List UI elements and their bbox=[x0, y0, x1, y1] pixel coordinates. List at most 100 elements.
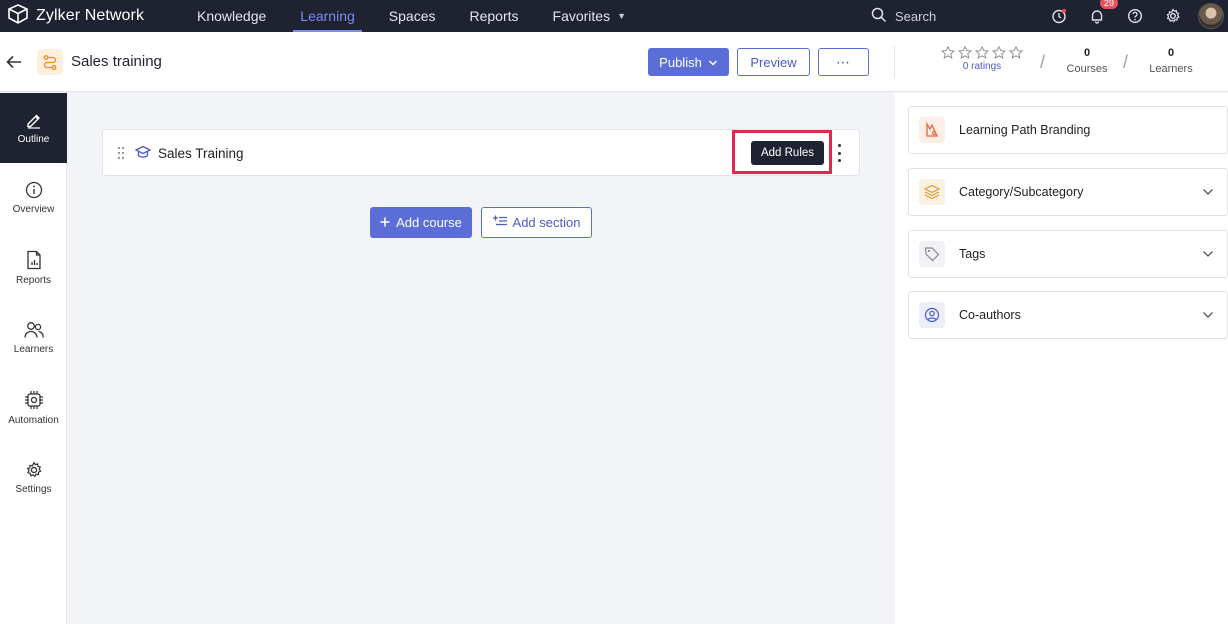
chevron-down-icon bbox=[708, 55, 718, 70]
more-options-icon: ⋯ bbox=[836, 53, 851, 70]
graduation-cap-icon bbox=[134, 145, 152, 165]
sidebar-item-label: Settings bbox=[15, 484, 52, 495]
search-icon bbox=[871, 7, 887, 26]
sidebar-item-label: Outline bbox=[17, 134, 50, 145]
page-title: Sales training bbox=[71, 53, 162, 70]
top-nav: Zylker Network Knowledge Learning Spaces… bbox=[0, 0, 1228, 32]
user-circle-icon bbox=[919, 302, 945, 328]
star-icon bbox=[958, 46, 972, 59]
rcard-label: Category/Subcategory bbox=[959, 185, 1084, 199]
tag-icon bbox=[919, 241, 945, 267]
add-course-label: Add course bbox=[396, 215, 462, 230]
right-panel: Learning Path Branding Category/Subcateg… bbox=[895, 93, 1228, 624]
courses-count: 0 bbox=[1083, 47, 1091, 59]
brand-name: Zylker Network bbox=[36, 7, 145, 24]
header-divider bbox=[894, 46, 895, 78]
add-rules-button[interactable]: Add Rules bbox=[751, 141, 824, 165]
nav-favorites-label: Favorites bbox=[552, 8, 611, 24]
learning-path-branding-card[interactable]: Learning Path Branding bbox=[908, 106, 1228, 154]
rcard-label: Co-authors bbox=[959, 308, 1021, 322]
nav-icons: 29 bbox=[1040, 0, 1228, 32]
learning-path-icon bbox=[37, 49, 63, 75]
ratings: 0 ratings bbox=[936, 46, 1028, 72]
learners-label: Learners bbox=[1149, 63, 1193, 75]
users-icon bbox=[23, 322, 44, 338]
nav-favorites[interactable]: Favorites ▼ bbox=[546, 0, 634, 32]
help-icon[interactable] bbox=[1116, 0, 1154, 32]
brand-logo-icon bbox=[7, 3, 29, 29]
more-options-button[interactable]: ⋯ bbox=[818, 48, 869, 76]
caret-down-icon: ▼ bbox=[617, 11, 627, 21]
preview-label: Preview bbox=[750, 54, 797, 70]
gear-icon[interactable] bbox=[1154, 0, 1192, 32]
sidebar-item-learners[interactable]: Learners bbox=[0, 303, 67, 373]
sidebar-item-label: Learners bbox=[13, 344, 54, 355]
nav-learning[interactable]: Learning bbox=[293, 0, 362, 32]
add-section-button[interactable]: Add section bbox=[481, 207, 592, 238]
bell-icon[interactable]: 29 bbox=[1078, 0, 1119, 32]
add-rules-label: Add Rules bbox=[760, 147, 815, 159]
sidebar-item-automation[interactable]: Automation bbox=[0, 373, 67, 443]
nav-spaces-label: Spaces bbox=[388, 8, 436, 24]
timer-icon[interactable] bbox=[1040, 0, 1078, 32]
nav-spaces[interactable]: Spaces bbox=[382, 0, 443, 32]
publish-button[interactable]: Publish bbox=[648, 48, 729, 76]
chevron-down-icon[interactable] bbox=[1201, 185, 1215, 199]
avatar[interactable] bbox=[1198, 3, 1224, 29]
nav-reports[interactable]: Reports bbox=[462, 0, 525, 32]
publish-label: Publish bbox=[659, 54, 702, 70]
layers-icon bbox=[919, 179, 945, 205]
learners-count: 0 bbox=[1167, 47, 1175, 59]
brand[interactable]: Zylker Network bbox=[0, 3, 190, 29]
nav-learning-label: Learning bbox=[300, 8, 355, 24]
sidebar-item-label: Automation bbox=[8, 415, 59, 426]
star-icon bbox=[941, 46, 955, 59]
report-icon bbox=[26, 250, 41, 270]
gear-icon bbox=[26, 461, 42, 478]
pencil-icon bbox=[26, 114, 40, 129]
sidebar-item-outline[interactable]: Outline bbox=[0, 93, 67, 163]
section-title: Sales Training bbox=[158, 146, 244, 161]
page-header: Sales training Publish Preview ⋯ 0 ratin… bbox=[0, 32, 1228, 92]
ratings-link[interactable]: 0 ratings bbox=[936, 61, 1028, 72]
rating-stars bbox=[936, 46, 1028, 59]
add-section-label: Add section bbox=[512, 215, 581, 230]
back-arrow-icon[interactable] bbox=[6, 50, 26, 74]
separator-slash: / bbox=[1123, 52, 1129, 72]
preview-button[interactable]: Preview bbox=[737, 48, 810, 76]
nav-knowledge-label: Knowledge bbox=[197, 8, 267, 24]
star-icon bbox=[992, 46, 1006, 59]
chevron-down-icon[interactable] bbox=[1201, 247, 1215, 261]
chevron-down-icon[interactable] bbox=[1201, 308, 1215, 322]
nav-knowledge[interactable]: Knowledge bbox=[190, 0, 273, 32]
separator-slash: / bbox=[1040, 52, 1046, 72]
nav-reports-label: Reports bbox=[469, 8, 519, 24]
category-subcategory-card[interactable]: Category/Subcategory bbox=[908, 168, 1228, 216]
learners-stat: 0 Learners bbox=[1141, 47, 1201, 75]
nav-links: Knowledge Learning Spaces Reports Favori… bbox=[190, 0, 653, 32]
sidebar-item-label: Reports bbox=[15, 275, 51, 286]
info-icon bbox=[25, 181, 42, 199]
sidebar-item-label: Overview bbox=[12, 204, 55, 215]
courses-label: Courses bbox=[1066, 63, 1108, 75]
search-label: Search bbox=[895, 8, 937, 24]
plus-icon bbox=[380, 215, 390, 230]
rcard-label: Tags bbox=[959, 247, 986, 261]
star-icon bbox=[975, 46, 989, 59]
section-card: Sales Training Add Rules bbox=[102, 129, 860, 176]
drag-handle-icon[interactable] bbox=[117, 146, 125, 165]
add-course-button[interactable]: Add course bbox=[370, 207, 472, 238]
tags-card[interactable]: Tags bbox=[908, 230, 1228, 278]
chip-icon bbox=[24, 391, 43, 409]
kebab-menu-icon[interactable] bbox=[835, 144, 843, 162]
rcard-label: Learning Path Branding bbox=[959, 123, 1091, 137]
sidebar-item-settings[interactable]: Settings bbox=[0, 443, 67, 513]
sidebar-item-overview[interactable]: Overview bbox=[0, 163, 67, 233]
courses-stat: 0 Courses bbox=[1057, 47, 1117, 75]
left-sidebar: Outline Overview Reports Learners Automa… bbox=[0, 93, 67, 624]
sidebar-item-reports[interactable]: Reports bbox=[0, 233, 67, 303]
star-icon bbox=[1009, 46, 1023, 59]
add-section-icon bbox=[492, 215, 507, 230]
co-authors-card[interactable]: Co-authors bbox=[908, 291, 1228, 339]
search-box[interactable]: Search bbox=[871, 0, 936, 32]
